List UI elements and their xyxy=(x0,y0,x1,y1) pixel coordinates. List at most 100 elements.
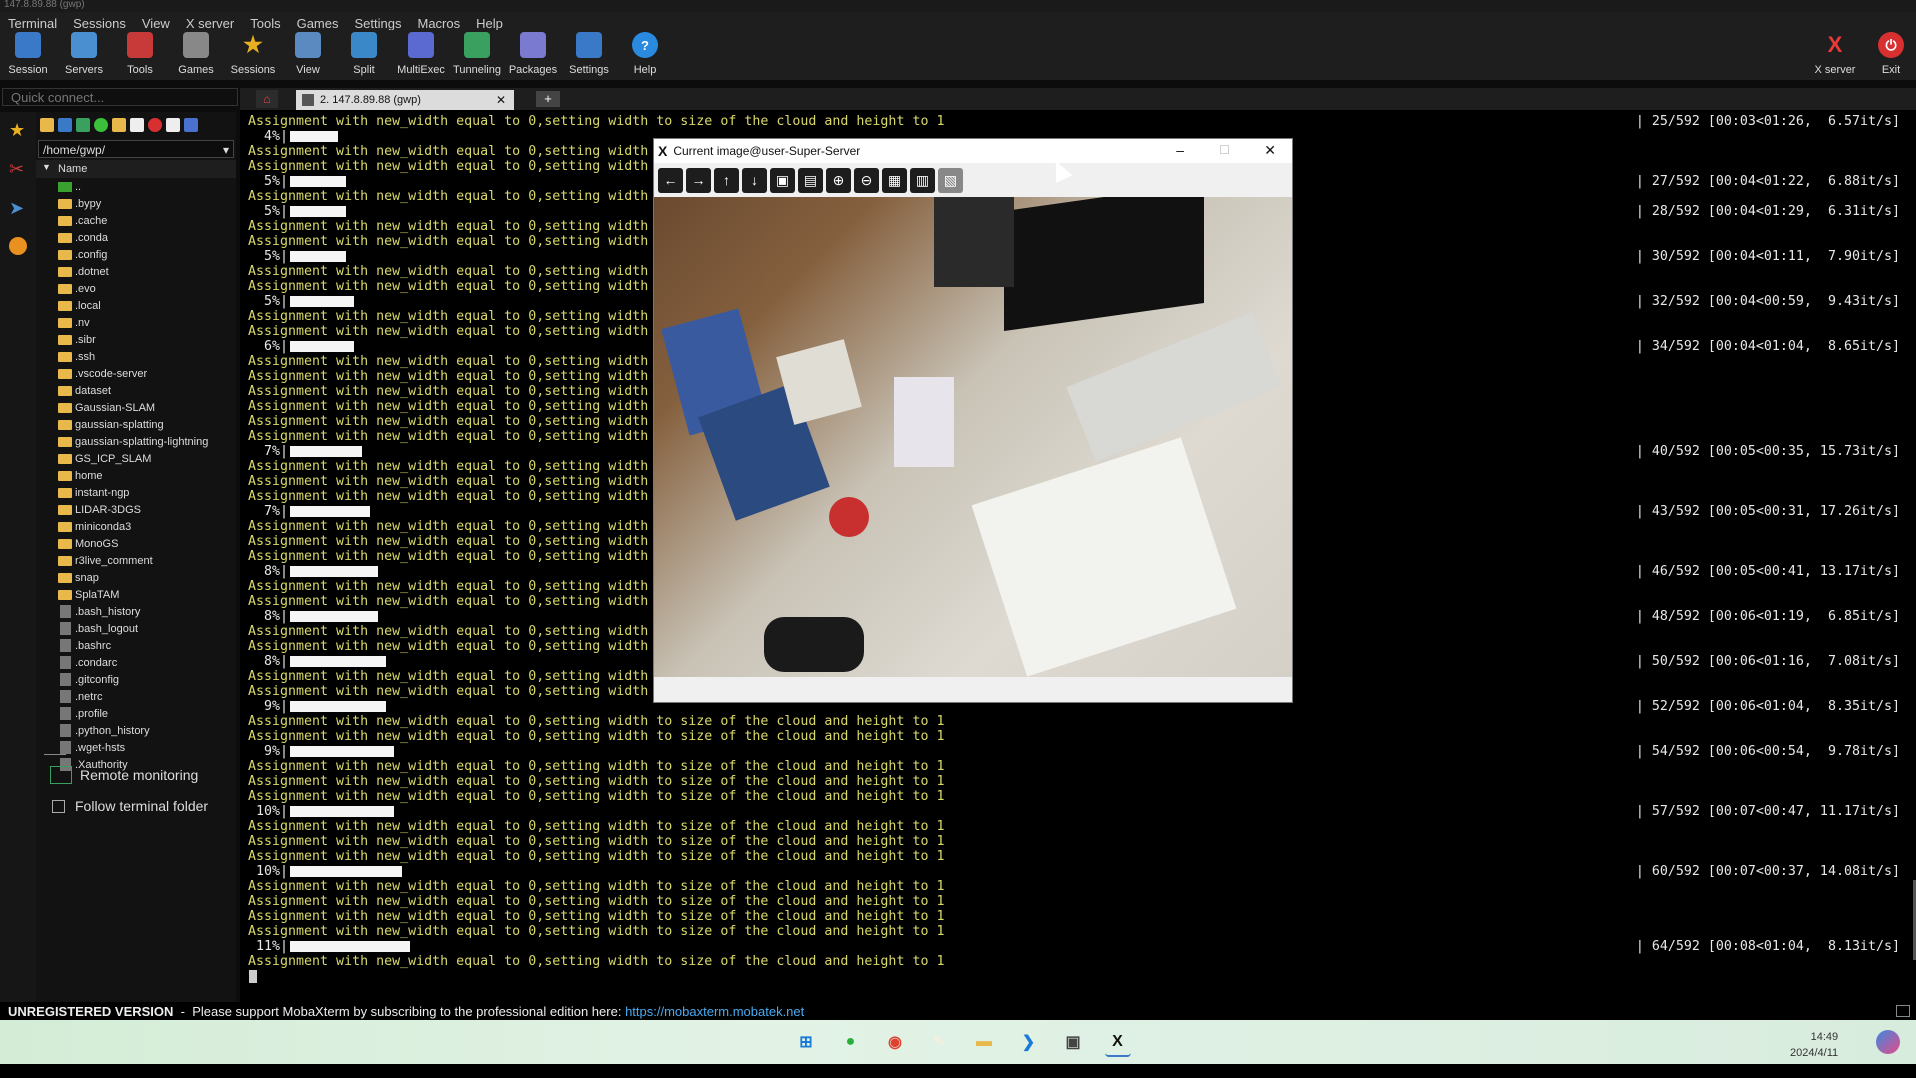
save-icon[interactable]: ▦ xyxy=(882,167,907,193)
copilot-icon[interactable] xyxy=(1876,1030,1900,1054)
menu-macros[interactable]: Macros xyxy=(409,12,468,31)
fit-icon[interactable]: ▣ xyxy=(770,167,795,193)
status-screen-icon[interactable] xyxy=(1896,1005,1910,1017)
upload-icon[interactable] xyxy=(76,118,90,132)
image-window-titlebar[interactable]: X Current image@user-Super-Server – ☐ ✕ xyxy=(654,139,1292,163)
arrow-left-icon[interactable]: ← xyxy=(658,167,683,193)
favorites-star-icon[interactable]: ★ xyxy=(9,120,27,141)
file-list-item[interactable]: .bypy xyxy=(36,195,236,212)
toolbar-split-button[interactable]: Split xyxy=(337,32,391,76)
download-icon[interactable] xyxy=(58,118,72,132)
toolbar-sessions-button[interactable]: ★ Sessions xyxy=(226,32,280,76)
file-list-item[interactable]: instant-ngp xyxy=(36,484,236,501)
exit-button[interactable]: ⏻ Exit xyxy=(1864,32,1916,76)
parent-folder-icon[interactable] xyxy=(40,118,54,132)
file-list-item[interactable]: .condarc xyxy=(36,654,236,671)
menu-view[interactable]: View xyxy=(134,12,178,31)
zoom-out-icon[interactable]: ⊖ xyxy=(854,167,879,193)
toolbar-servers-button[interactable]: Servers xyxy=(57,32,111,76)
file-list-item[interactable]: .wget-hsts xyxy=(36,739,236,756)
feather-icon[interactable]: ✎ xyxy=(927,1029,953,1055)
copy-icon[interactable]: ▥ xyxy=(910,167,935,193)
toolbar-tools-button[interactable]: Tools xyxy=(113,32,167,76)
file-list-item[interactable]: .bash_history xyxy=(36,603,236,620)
toolbar-multiexec-button[interactable]: MultiExec xyxy=(394,32,448,76)
file-list-item[interactable]: dataset xyxy=(36,382,236,399)
file-list-item[interactable]: .bash_logout xyxy=(36,620,236,637)
file-list-item[interactable]: .netrc xyxy=(36,688,236,705)
file-list-item[interactable]: Gaussian-SLAM xyxy=(36,399,236,416)
arrow-down-icon[interactable]: ↓ xyxy=(742,167,767,193)
minimize-icon[interactable]: – xyxy=(1176,142,1184,158)
home-tab[interactable]: ⌂ xyxy=(256,90,278,108)
file-list-item[interactable]: .evo xyxy=(36,280,236,297)
toolbar-games-button[interactable]: Games xyxy=(169,32,223,76)
sftp-sidebar-icon[interactable]: ➤ xyxy=(9,198,27,219)
tab-session-2[interactable]: 2. 147.8.89.88 (gwp) ✕ xyxy=(296,90,514,110)
file-list-item[interactable]: GS_ICP_SLAM xyxy=(36,450,236,467)
name-column-header[interactable]: ▼ Name xyxy=(36,160,236,178)
file-list-item[interactable]: .gitconfig xyxy=(36,671,236,688)
refresh-icon[interactable] xyxy=(94,118,108,132)
chevron-down-icon[interactable]: ▾ xyxy=(223,143,229,157)
permissions-icon[interactable] xyxy=(184,118,198,132)
new-tab-button[interactable]: + xyxy=(536,91,560,107)
file-list-item[interactable]: .sibr xyxy=(36,331,236,348)
mobatek-link[interactable]: https://mobaxterm.mobatek.net xyxy=(625,1004,804,1019)
toolbar-help-button[interactable]: ? Help xyxy=(618,32,672,76)
menu-games[interactable]: Games xyxy=(289,12,347,31)
close-icon[interactable]: ✕ xyxy=(1264,142,1276,159)
file-list-item[interactable]: .conda xyxy=(36,229,236,246)
file-list-item[interactable]: miniconda3 xyxy=(36,518,236,535)
menu-x-server[interactable]: X server xyxy=(178,12,242,31)
toolbar-packages-button[interactable]: Packages xyxy=(506,32,560,76)
toolbar-view-button[interactable]: View xyxy=(281,32,335,76)
windows-start-icon[interactable]: ⊞ xyxy=(793,1029,819,1055)
vscode-icon[interactable]: ❯ xyxy=(1016,1029,1042,1055)
menu-terminal[interactable]: Terminal xyxy=(0,12,65,31)
follow-folder-checkbox[interactable] xyxy=(52,799,65,813)
file-list-item[interactable]: LIDAR-3DGS xyxy=(36,501,236,518)
file-list-item[interactable]: snap xyxy=(36,569,236,586)
toolbar-tunneling-button[interactable]: Tunneling xyxy=(450,32,504,76)
file-list-item[interactable]: .cache xyxy=(36,212,236,229)
delete-icon[interactable] xyxy=(148,118,162,132)
tools-sidebar-icon[interactable]: ✂ xyxy=(9,159,27,180)
file-list-item[interactable]: .dotnet xyxy=(36,263,236,280)
toolbar-settings-button[interactable]: Settings xyxy=(562,32,616,76)
settings-icon[interactable]: ▧ xyxy=(938,167,963,193)
menu-help[interactable]: Help xyxy=(468,12,511,31)
file-list-item[interactable]: gaussian-splatting-lightning xyxy=(36,433,236,450)
terminal-app-icon[interactable]: ▣ xyxy=(1060,1029,1086,1055)
toolbar-session-button[interactable]: Session xyxy=(1,32,55,76)
zoom-in-icon[interactable]: ⊕ xyxy=(826,167,851,193)
new-folder-icon[interactable] xyxy=(112,118,126,132)
file-list-item[interactable]: home xyxy=(36,467,236,484)
file-list-item[interactable]: MonoGS xyxy=(36,535,236,552)
file-list-item[interactable]: .. xyxy=(36,178,236,195)
file-list-item[interactable]: .python_history xyxy=(36,722,236,739)
arrow-up-icon[interactable]: ↑ xyxy=(714,167,739,193)
new-file-icon[interactable] xyxy=(130,118,144,132)
follow-terminal-folder[interactable]: Follow terminal folder xyxy=(52,798,208,814)
mobaxterm-icon[interactable]: X xyxy=(1104,1029,1131,1057)
macros-sidebar-icon[interactable] xyxy=(9,237,27,255)
quick-connect-input[interactable] xyxy=(2,88,238,106)
close-tab-icon[interactable]: ✕ xyxy=(496,93,506,107)
file-list-item[interactable]: r3live_comment xyxy=(36,552,236,569)
arrow-right-icon[interactable]: → xyxy=(686,167,711,193)
x-server-button[interactable]: X X server xyxy=(1808,32,1862,76)
menu-tools[interactable]: Tools xyxy=(242,12,288,31)
menu-settings[interactable]: Settings xyxy=(347,12,410,31)
file-list-item[interactable]: .nv xyxy=(36,314,236,331)
menu-sessions[interactable]: Sessions xyxy=(65,12,134,31)
remote-monitoring-button[interactable]: Remote monitoring xyxy=(50,766,198,784)
file-list-item[interactable]: .profile xyxy=(36,705,236,722)
rename-icon[interactable] xyxy=(166,118,180,132)
actual-size-icon[interactable]: ▤ xyxy=(798,167,823,193)
file-list-item[interactable]: SplaTAM xyxy=(36,586,236,603)
file-list-item[interactable]: .vscode-server xyxy=(36,365,236,382)
file-list-item[interactable]: .local xyxy=(36,297,236,314)
file-list-item[interactable]: .config xyxy=(36,246,236,263)
file-list-item[interactable]: gaussian-splatting xyxy=(36,416,236,433)
